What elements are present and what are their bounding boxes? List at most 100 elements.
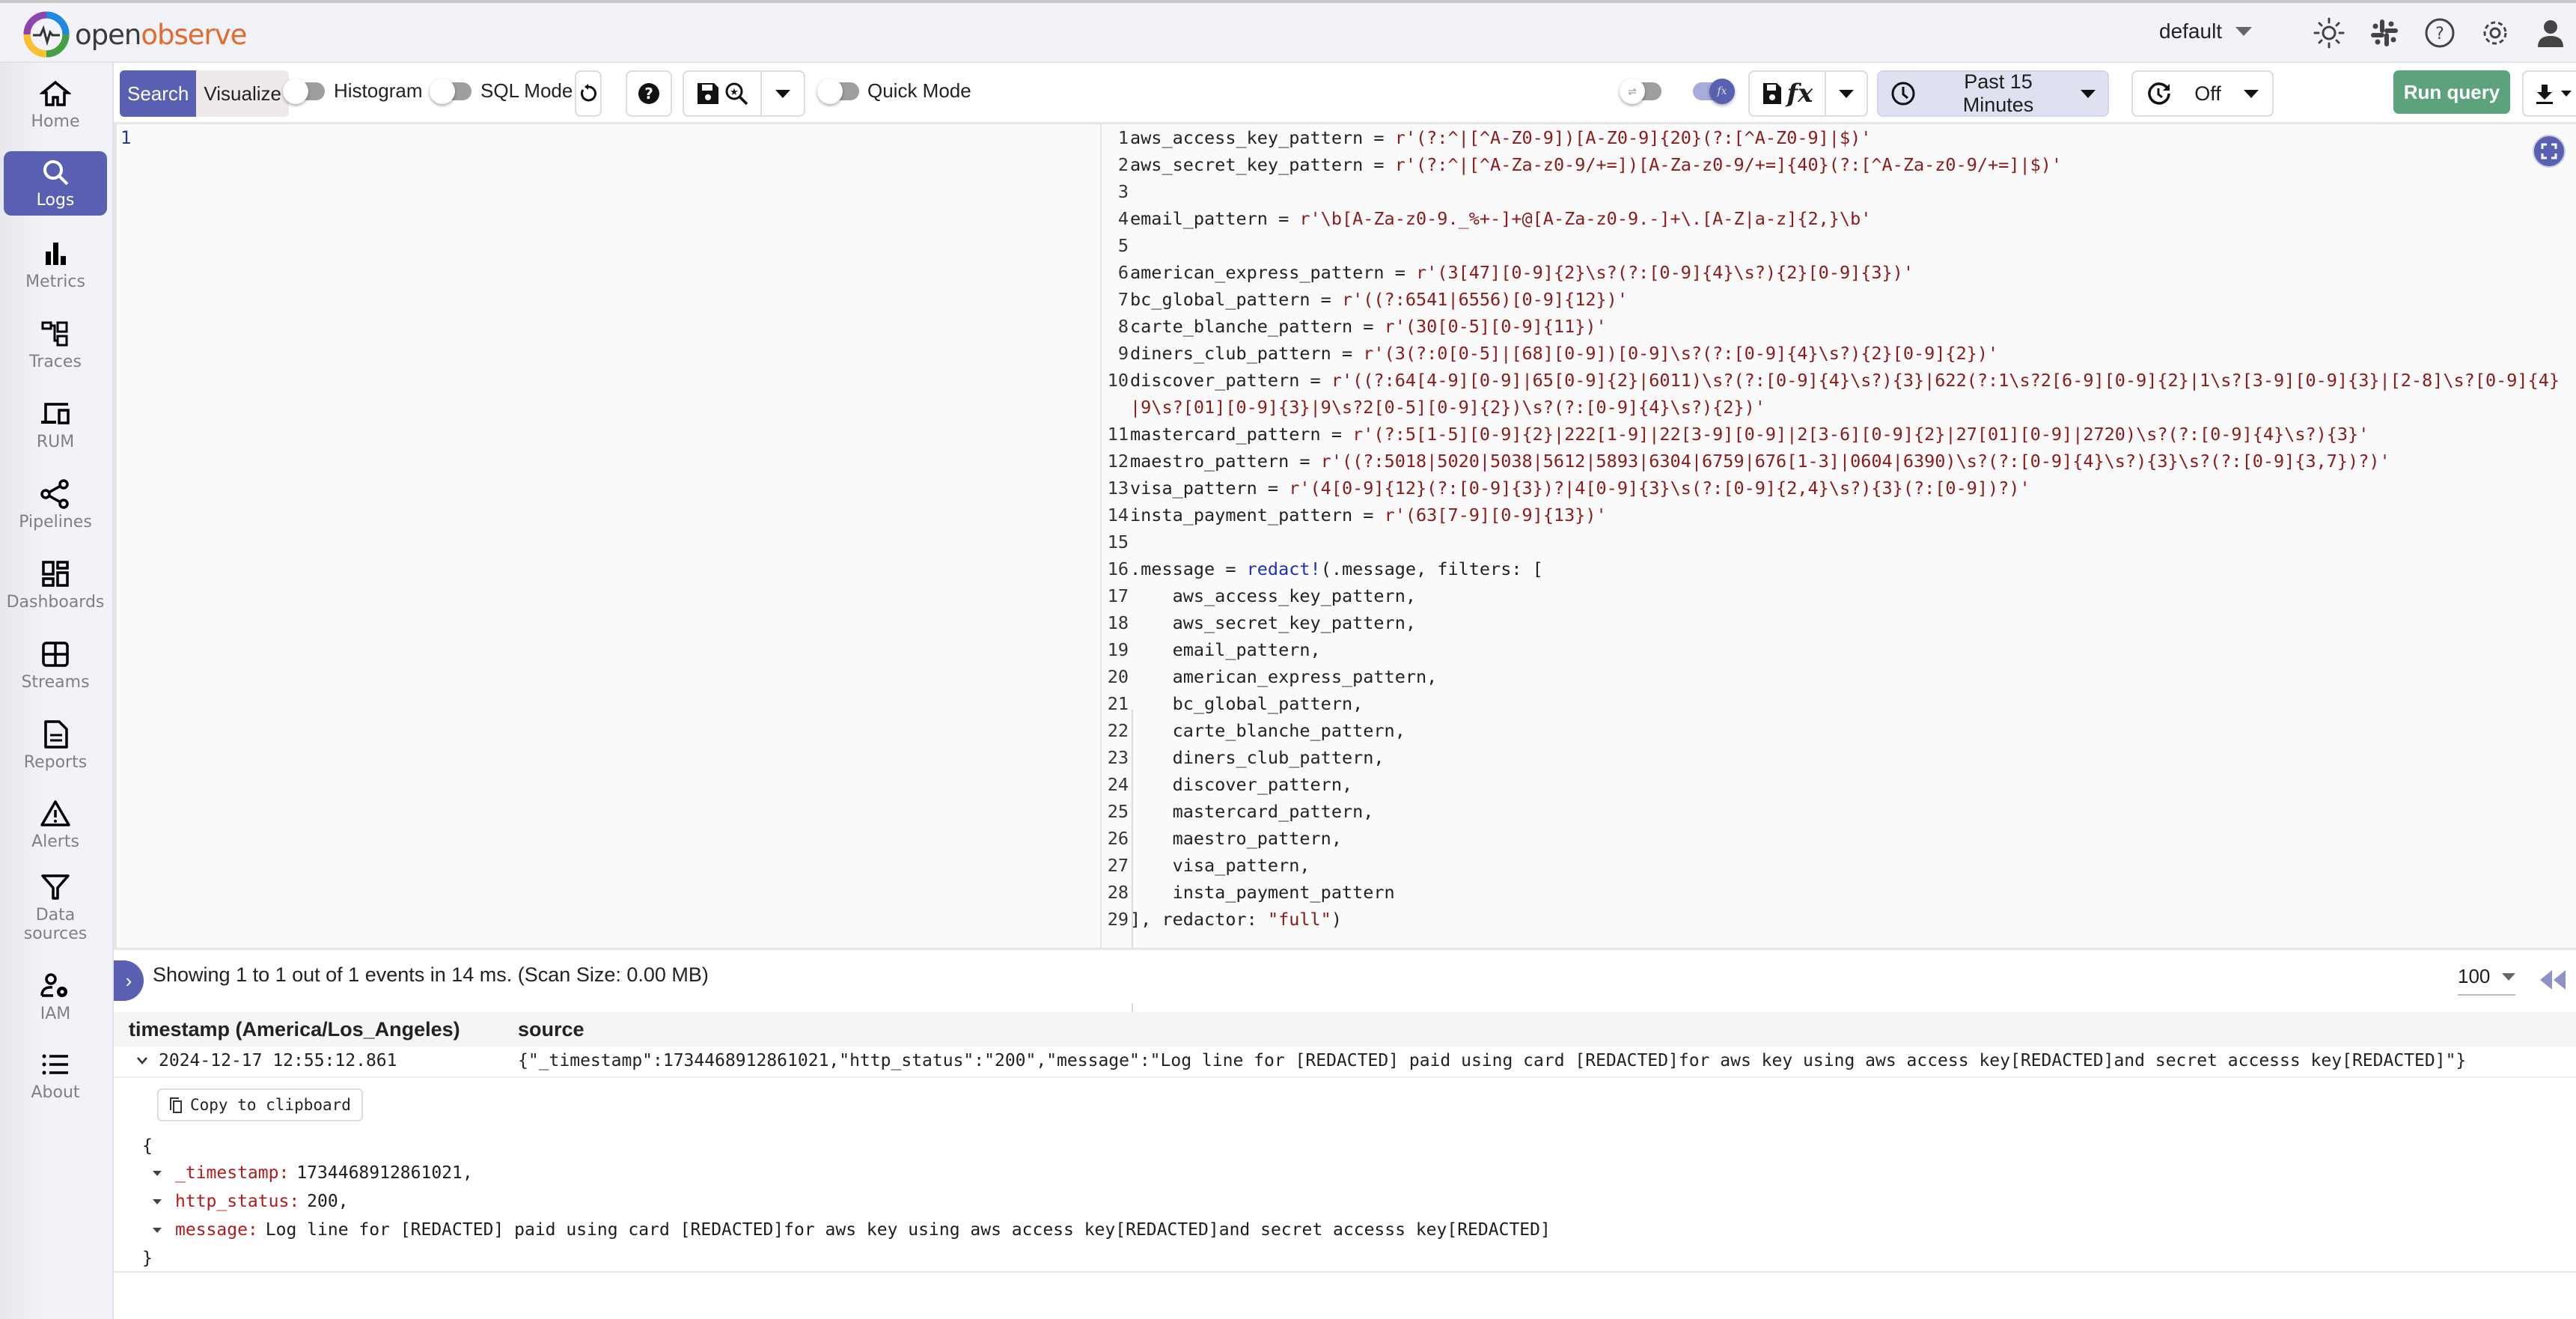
toggle-knob: [817, 79, 843, 104]
list-icon: [42, 1054, 68, 1075]
code-line: 18 aws_secret_key_pattern,: [1102, 609, 2569, 636]
wrap-toggle[interactable]: ⇌: [1620, 79, 1661, 104]
line-number: 9: [1117, 343, 1129, 364]
code-text: american_express_pattern = r'(3[47][0-9]…: [1129, 259, 2566, 286]
user-icon[interactable]: [2534, 16, 2567, 49]
search-star-icon: ★: [725, 82, 748, 106]
code-string: r'(3(?:0[0-5]|[68][0-9])[0-9]\s?(?:[0-9]…: [1363, 343, 1999, 364]
code-string: r'(?:^|[^A-Za-z0-9/+=])[A-Za-z0-9/+=]{40…: [1394, 154, 2063, 175]
sidebar-item-streams[interactable]: Streams: [4, 631, 107, 700]
json-field-value: 200,: [307, 1192, 349, 1211]
caret-down-icon[interactable]: [153, 1198, 162, 1204]
toggle-field-list-button[interactable]: ›: [114, 960, 144, 1001]
home-icon: [40, 81, 71, 107]
sidebar-item-logs[interactable]: Logs: [4, 151, 107, 216]
json-field-key: _timestamp:: [175, 1163, 290, 1183]
date-time-picker[interactable]: Past 15 Minutes: [1877, 70, 2109, 117]
line-number: 18: [1107, 612, 1129, 633]
sidebar-item-traces[interactable]: Traces: [4, 311, 107, 380]
code-identifier: email_pattern =: [1130, 208, 1300, 229]
code-text: aws_access_key_pattern = r'(?:^|[^A-Z0-9…: [1129, 124, 2566, 151]
settings-icon[interactable]: [2479, 16, 2512, 49]
json-field-key: message:: [175, 1220, 258, 1240]
code-identifier: maestro_pattern,: [1130, 828, 1342, 849]
code-line: 19 email_pattern,: [1102, 636, 2569, 663]
sidebar-item-reports[interactable]: Reports: [4, 711, 107, 780]
line-number: 8: [1117, 316, 1129, 337]
logo-mark-icon: [23, 11, 70, 58]
sidebar-item-label: Traces: [29, 353, 82, 372]
code-text: carte_blanche_pattern,: [1129, 717, 2566, 744]
tab-search[interactable]: Search: [120, 70, 197, 117]
sidebar-item-pipelines[interactable]: Pipelines: [4, 471, 107, 540]
code-text: mastercard_pattern,: [1129, 798, 2566, 825]
org-selector[interactable]: default: [2159, 19, 2253, 43]
code-line: 13 visa_pattern = r'(4[0-9]{12}(?:[0-9]{3…: [1102, 475, 2569, 502]
sidebar-item-home[interactable]: Home: [4, 70, 107, 139]
column-header-source[interactable]: source: [518, 1018, 585, 1041]
tab-visualize[interactable]: Visualize: [196, 70, 289, 117]
traces-icon: [41, 321, 68, 347]
sidebar-item-iam[interactable]: IAM: [4, 963, 107, 1032]
openobserve-logo[interactable]: openobserve: [22, 10, 247, 58]
save-function-button[interactable]: fx: [1750, 72, 1825, 115]
vrl-function-editor[interactable]: 1 aws_access_key_pattern = r'(?:^|[^A-Z0-…: [1100, 124, 2576, 1032]
rows-per-page-select[interactable]: 100: [2458, 965, 2516, 996]
clock-icon: [1891, 82, 1915, 106]
help-button[interactable]: ?: [626, 70, 672, 117]
code-text: carte_blanche_pattern = r'(30[0-5][0-9]{…: [1129, 313, 2566, 340]
fullscreen-button[interactable]: [2533, 135, 2566, 168]
code-line: 11 mastercard_pattern = r'(?:5[1-5][0-9]{…: [1102, 421, 2569, 448]
histogram-toggle[interactable]: [283, 79, 325, 104]
run-query-button[interactable]: Run query: [2393, 70, 2510, 114]
function-group: fx: [1748, 70, 1868, 117]
line-number: 21: [1107, 693, 1129, 714]
line-number: 27: [1107, 855, 1129, 876]
caret-down-icon[interactable]: [153, 1170, 162, 1176]
devices-icon: [41, 403, 70, 425]
saved-views-dropdown[interactable]: [760, 72, 804, 115]
sidebar-item-label: About: [31, 1083, 80, 1103]
chevron-right-icon: ›: [125, 969, 132, 992]
caret-down-icon[interactable]: [153, 1227, 162, 1233]
code-identifier: aws_access_key_pattern =: [1130, 127, 1395, 148]
sidebar-item-label: Pipelines: [19, 513, 92, 532]
chevron-down-icon[interactable]: [136, 1056, 148, 1065]
table-row[interactable]: 2024-12-17 12:55:12.861 {"_timestamp":17…: [114, 1047, 2576, 1076]
auto-refresh-selector[interactable]: Off: [2131, 70, 2274, 117]
sidebar-item-alerts[interactable]: Alerts: [4, 791, 107, 859]
code-identifier: insta_payment_pattern: [1130, 882, 1395, 903]
saved-views-button[interactable]: ★: [684, 72, 760, 115]
code-line: 23 diners_club_pattern,: [1102, 744, 2569, 771]
reset-button[interactable]: [575, 70, 602, 117]
function-dropdown[interactable]: [1825, 72, 1867, 115]
help-icon[interactable]: ?: [2423, 16, 2456, 49]
query-editor[interactable]: 1: [114, 124, 1100, 948]
code-identifier: bc_global_pattern =: [1130, 289, 1342, 310]
json-field-value: 1734468912861021,: [296, 1163, 473, 1183]
quick-mode-toggle[interactable]: [817, 79, 859, 104]
download-button[interactable]: [2522, 70, 2576, 117]
copy-to-clipboard-button[interactable]: Copy to clipboard: [157, 1088, 363, 1121]
sidebar-item-about[interactable]: About: [4, 1041, 107, 1110]
theme-toggle-icon[interactable]: [2313, 16, 2345, 49]
first-page-icon[interactable]: [2539, 970, 2569, 990]
line-number: 22: [1107, 720, 1129, 741]
fx-toggle[interactable]: fx: [1693, 79, 1735, 104]
line-number: 14: [1107, 505, 1129, 526]
line-number: 17: [1107, 585, 1129, 606]
sql-mode-toggle[interactable]: [430, 79, 471, 104]
code-line: 1 aws_access_key_pattern = r'(?:^|[^A-Z0-…: [1102, 124, 2569, 151]
sidebar-item-metrics[interactable]: Metrics: [4, 231, 107, 299]
sidebar-item-label: Home: [31, 112, 80, 132]
sidebar-item-label: Alerts: [31, 832, 79, 852]
sidebar-item-data-sources[interactable]: Data sources: [4, 865, 107, 949]
column-header-timestamp[interactable]: timestamp (America/Los_Angeles): [129, 1018, 460, 1041]
code-line: 2 aws_secret_key_pattern = r'(?:^|[^A-Za-…: [1102, 151, 2569, 178]
sidebar-item-rum[interactable]: RUM: [4, 391, 107, 460]
json-field: _timestamp: 1734468912861021,: [142, 1163, 473, 1183]
slack-icon[interactable]: [2368, 16, 2401, 49]
sidebar-item-dashboards[interactable]: Dashboards: [4, 551, 107, 620]
